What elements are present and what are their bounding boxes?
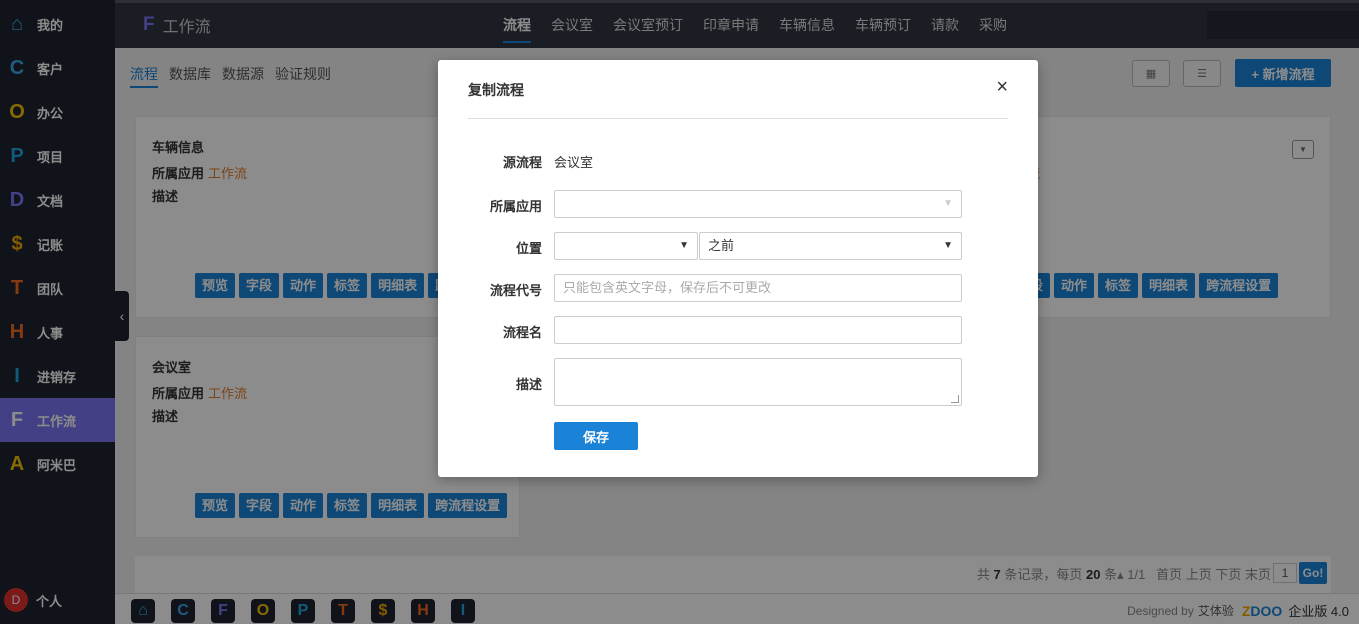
resize-handle[interactable]	[951, 395, 959, 403]
copy-flow-dialog: 复制流程 × 源流程 会议室 所属应用 ▼ 位置 ▼ 之前 ▼ 流程代号 只能包含…	[438, 60, 1038, 477]
description-label: 描述	[515, 377, 542, 392]
app-label: 所属应用	[489, 199, 542, 214]
divider	[468, 118, 1008, 119]
save-button[interactable]: 保存	[554, 422, 638, 450]
flow-name-label: 流程名	[502, 325, 542, 340]
description-textarea[interactable]	[554, 358, 962, 406]
dialog-title: 复制流程	[468, 82, 524, 98]
app-select[interactable]: ▼	[554, 190, 962, 218]
flow-code-label: 流程代号	[489, 283, 542, 298]
close-icon[interactable]: ×	[996, 76, 1008, 99]
chevron-down-icon: ▼	[679, 240, 689, 251]
position-order-select[interactable]: 之前 ▼	[699, 232, 962, 260]
source-flow-label: 源流程	[502, 155, 542, 170]
position-label: 位置	[515, 241, 542, 256]
flow-name-input[interactable]	[554, 316, 962, 344]
flow-code-input[interactable]: 只能包含英文字母，保存后不可更改	[554, 274, 962, 302]
chevron-down-icon: ▼	[943, 240, 953, 251]
chevron-down-icon: ▼	[943, 198, 953, 209]
source-flow-value: 会议室	[554, 155, 594, 170]
position-select[interactable]: ▼	[554, 232, 698, 260]
